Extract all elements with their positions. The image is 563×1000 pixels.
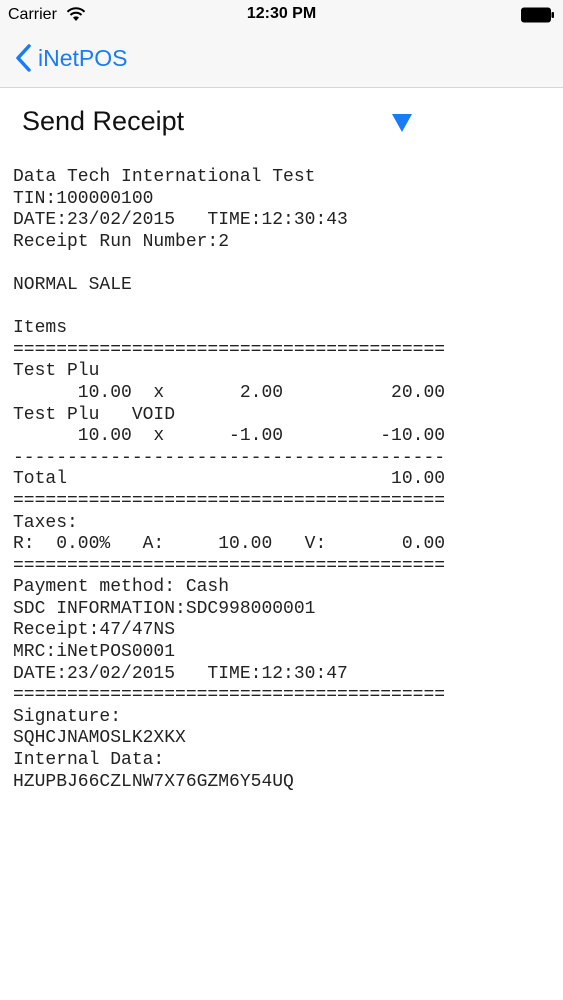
status-time: 12:30 PM xyxy=(246,5,317,22)
page-header: Send Receipt xyxy=(0,88,563,158)
receipt-line: HZUPBJ66CZLNW7X76GZM6Y54UQ xyxy=(13,771,294,792)
receipt-line: DATE:23/02/2015 TIME:12:30:47 xyxy=(13,663,348,684)
receipt-line: MRC:iNetPOS0001 xyxy=(13,642,176,663)
receipt-line: Items xyxy=(13,318,68,339)
receipt-line: Payment method: Cash xyxy=(13,577,230,598)
receipt-line: R: 0.00% A: 10.00 V: 0.00 xyxy=(13,534,446,555)
receipt-line: Internal Data: xyxy=(13,750,165,771)
status-bar: Carrier 12:30 PM xyxy=(0,0,563,30)
back-button[interactable]: iNetPOS xyxy=(14,42,127,74)
triangle-down-icon[interactable] xyxy=(390,111,414,135)
receipt-line: NORMAL SALE xyxy=(13,274,132,295)
receipt-line: Signature: xyxy=(13,706,122,727)
receipt-line: Data Tech International Test xyxy=(13,167,316,187)
page-title: Send Receipt xyxy=(22,106,185,136)
receipt-line: Test Plu VOID xyxy=(13,404,176,425)
receipt-line: Test Plu xyxy=(13,361,100,382)
receipt-line: SDC INFORMATION:SDC998000001 xyxy=(13,598,316,619)
receipt-line: SQHCJNAMOSLK2XKX xyxy=(13,728,186,749)
receipt-line: DATE:23/02/2015 TIME:12:30:43 xyxy=(13,210,348,231)
receipt-line: ======================================== xyxy=(13,555,446,576)
chevron-left-icon xyxy=(16,44,31,72)
receipt-line: Receipt:47/47NS xyxy=(13,620,176,641)
receipt-line xyxy=(13,297,558,319)
navigation-bar: iNetPOS xyxy=(0,30,563,88)
battery-icon xyxy=(521,7,554,23)
receipt-line: 10.00 x 2.00 20.00 xyxy=(13,382,446,403)
receipt-line: ======================================== xyxy=(13,490,446,511)
receipt-line: 10.00 x -1.00 -10.00 xyxy=(13,426,446,447)
receipt-line: ======================================== xyxy=(13,685,446,706)
receipt-text: Data Tech International Test TIN:10000010… xyxy=(13,167,558,793)
receipt-line: ======================================== xyxy=(13,339,446,360)
receipt-line: Taxes: xyxy=(13,512,78,533)
receipt-line: Total 10.00 xyxy=(13,469,446,490)
receipt-line xyxy=(13,253,558,275)
receipt-line: Receipt Run Number:2 xyxy=(13,231,230,252)
receipt-line: TIN:100000100 xyxy=(13,188,154,209)
receipt-line: ---------------------------------------- xyxy=(13,447,446,468)
back-button-label: iNetPOS xyxy=(38,44,128,71)
